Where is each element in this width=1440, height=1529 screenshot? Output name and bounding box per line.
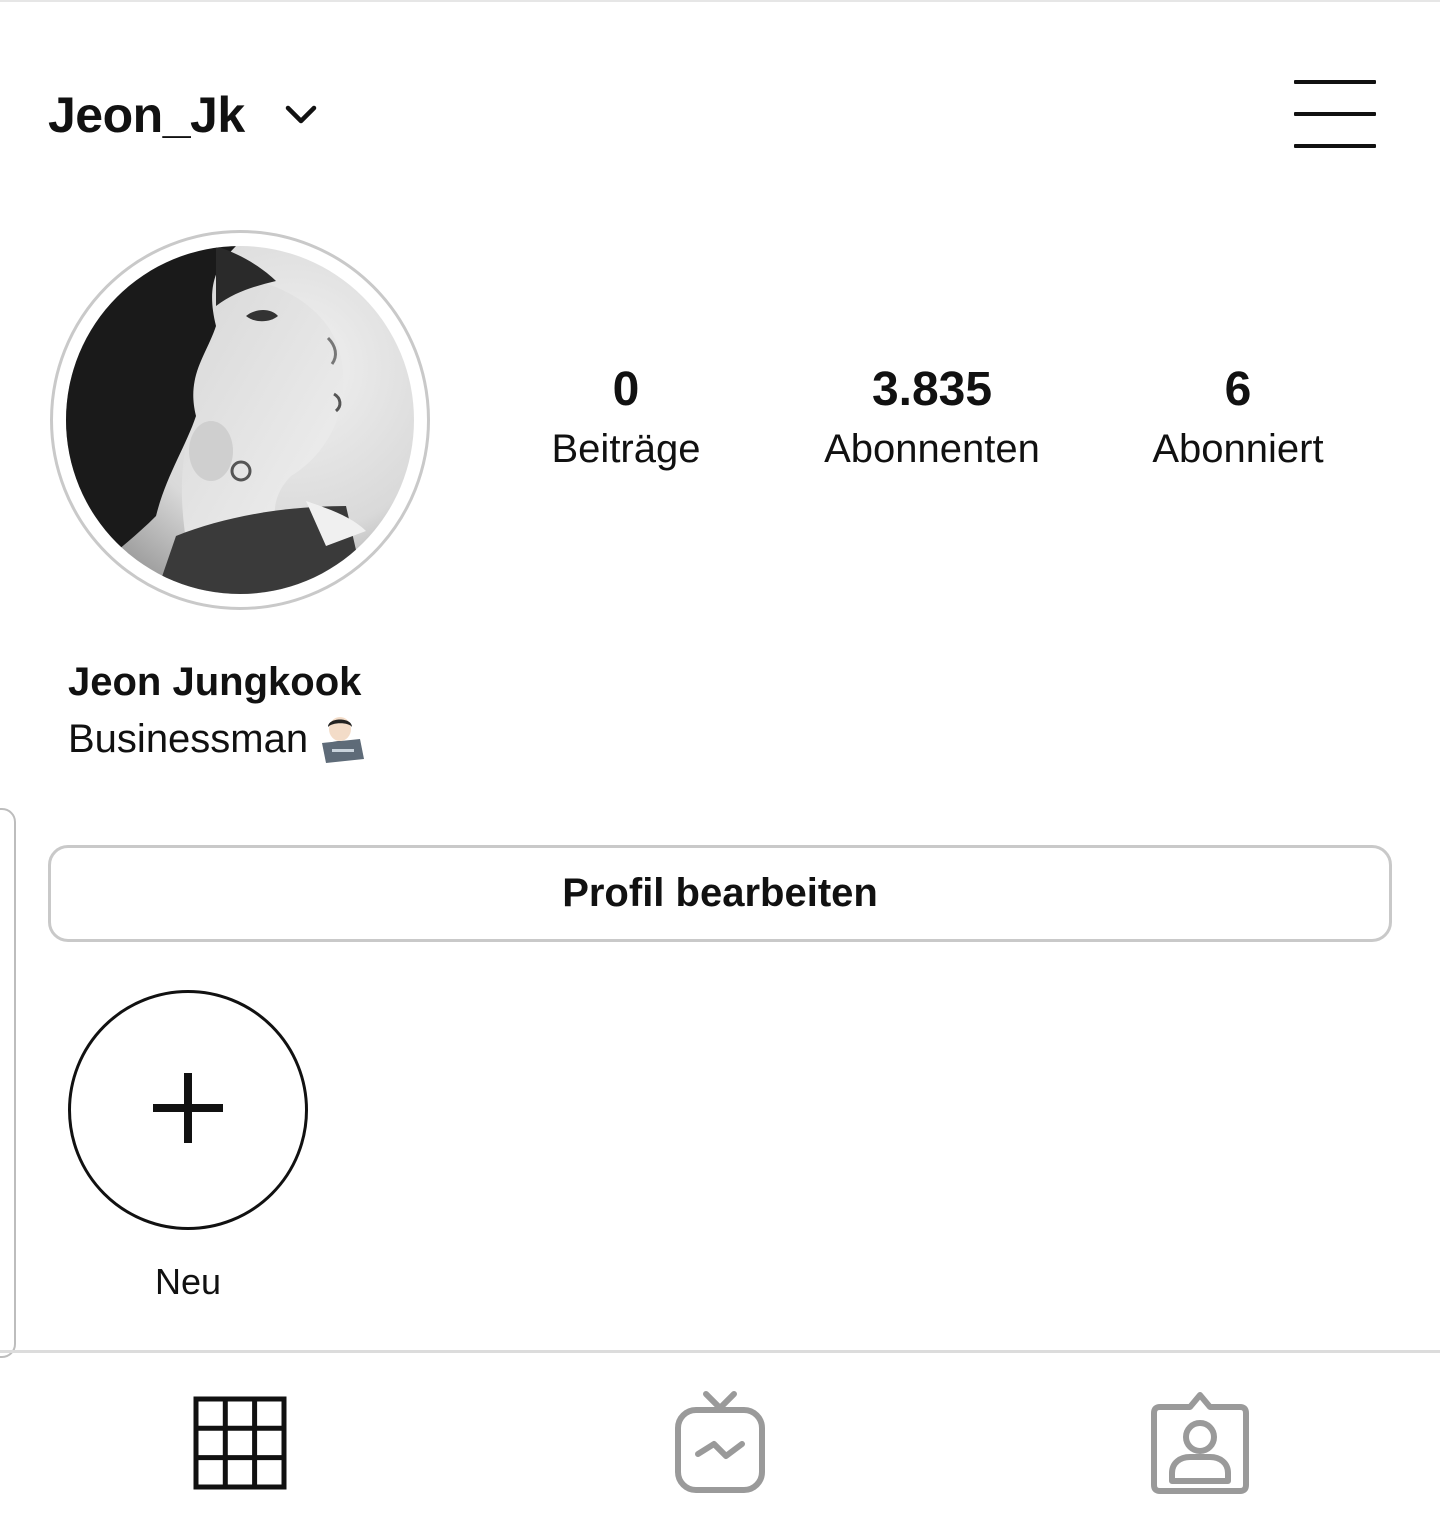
menu-line xyxy=(1294,144,1376,148)
stat-followers[interactable]: 3.835 Abonnenten xyxy=(792,360,1072,476)
tab-divider xyxy=(0,1350,1440,1353)
stat-followers-label: Abonnenten xyxy=(824,427,1040,471)
bio: Businessman xyxy=(68,713,368,765)
stat-following-value: 6 xyxy=(1224,363,1252,416)
avatar[interactable] xyxy=(66,246,414,594)
top-divider xyxy=(0,0,1440,2)
technologist-emoji-icon xyxy=(316,713,368,765)
tagged-icon xyxy=(1150,1391,1250,1500)
stat-followers-value: 3.835 xyxy=(871,363,993,416)
menu-line xyxy=(1294,112,1376,116)
bio-text: Businessman xyxy=(68,717,309,761)
grid-icon xyxy=(192,1395,288,1496)
chevron-down-icon xyxy=(281,95,321,135)
hamburger-menu-icon[interactable] xyxy=(1294,78,1378,150)
menu-line xyxy=(1294,80,1376,84)
new-highlight-label: Neu xyxy=(154,1261,222,1302)
edge-bracket xyxy=(0,808,16,1358)
stat-posts-value: 0 xyxy=(612,363,640,416)
tab-igtv[interactable] xyxy=(660,1380,780,1510)
full-name: Jeon Jungkook xyxy=(68,660,362,704)
plus-icon xyxy=(151,1071,225,1150)
tab-tagged[interactable] xyxy=(1140,1380,1260,1510)
new-highlight-button[interactable] xyxy=(68,990,308,1230)
stat-posts-label: Beiträge xyxy=(551,427,701,471)
edit-profile-button[interactable]: Profil bearbeiten xyxy=(48,845,1392,942)
stat-following-label: Abonniert xyxy=(1152,427,1324,471)
igtv-icon xyxy=(672,1388,768,1503)
account-switcher[interactable]: Jeon_Jk xyxy=(48,80,321,150)
username: Jeon_Jk xyxy=(48,87,245,143)
stat-posts[interactable]: 0 Beiträge xyxy=(486,360,766,476)
tab-grid[interactable] xyxy=(180,1380,300,1510)
stat-following[interactable]: 6 Abonniert xyxy=(1098,360,1378,476)
